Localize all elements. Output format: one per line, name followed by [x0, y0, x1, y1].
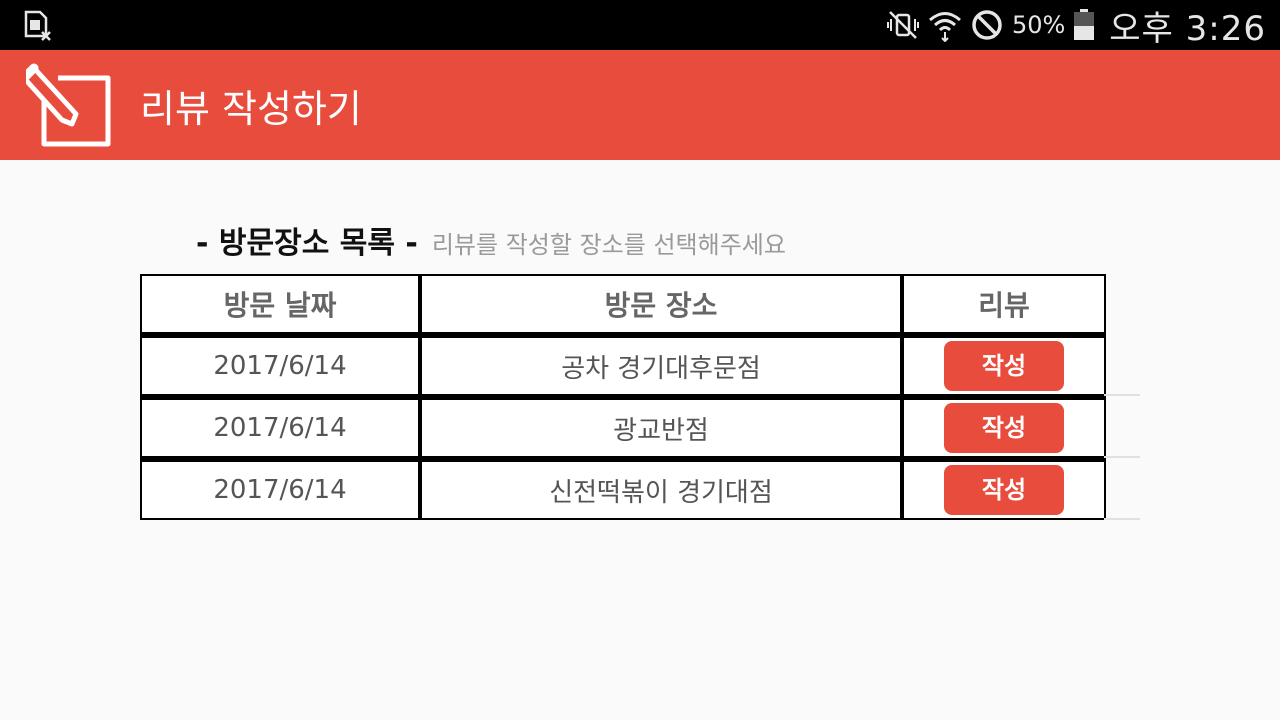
column-header-place: 방문 장소 — [420, 274, 902, 334]
do-not-disturb-icon — [972, 10, 1002, 40]
visit-date: 2017/6/14 — [140, 396, 420, 458]
vibrate-mute-icon — [886, 11, 919, 39]
review-cell: 작성 — [902, 458, 1106, 520]
list-hint: 리뷰를 작성할 장소를 선택해주세요 — [431, 231, 786, 259]
page-title: 리뷰 작성하기 — [140, 87, 362, 131]
row-divider — [1104, 456, 1140, 458]
review-cell: 작성 — [902, 396, 1106, 458]
review-cell: 작성 — [902, 334, 1106, 396]
edit-note-icon — [26, 63, 111, 147]
visit-place: 공차 경기대후문점 — [420, 334, 902, 396]
visit-table: 방문 날짜 방문 장소 리뷰 2017/6/14 공차 경기대후문점 작성 20… — [140, 274, 1106, 520]
battery-icon — [1074, 9, 1095, 40]
column-header-date: 방문 날짜 — [140, 274, 420, 334]
table-row[interactable]: 2017/6/14 신전떡볶이 경기대점 작성 — [140, 458, 1106, 520]
visit-date: 2017/6/14 — [140, 458, 420, 520]
main-content: - 방문장소 목록 - 리뷰를 작성할 장소를 선택해주세요 방문 날짜 방문 … — [0, 160, 1280, 720]
wifi-icon — [928, 12, 961, 42]
table-row[interactable]: 2017/6/14 공차 경기대후문점 작성 — [140, 334, 1106, 396]
table-header-row: 방문 날짜 방문 장소 리뷰 — [140, 274, 1106, 334]
column-header-review: 리뷰 — [902, 274, 1106, 334]
battery-percent: 50% — [1011, 11, 1066, 39]
status-time: 오후 3:26 — [1109, 8, 1266, 49]
app-bar: 리뷰 작성하기 — [0, 50, 1280, 160]
row-divider — [1104, 394, 1140, 396]
visit-place: 광교반점 — [420, 396, 902, 458]
list-title: - 방문장소 목록 - — [196, 226, 418, 261]
write-review-button[interactable]: 작성 — [944, 465, 1064, 515]
write-review-button[interactable]: 작성 — [944, 341, 1064, 391]
write-review-button[interactable]: 작성 — [944, 403, 1064, 453]
status-bar: 50% 오후 3:26 — [0, 0, 1280, 50]
visit-place: 신전떡볶이 경기대점 — [420, 458, 902, 520]
table-row[interactable]: 2017/6/14 광교반점 작성 — [140, 396, 1106, 458]
row-divider — [1104, 518, 1140, 520]
status-icons: 50% 오후 3:26 — [886, 0, 1266, 50]
sim-card-missing-icon — [24, 10, 51, 41]
visit-date: 2017/6/14 — [140, 334, 420, 396]
list-heading: - 방문장소 목록 - 리뷰를 작성할 장소를 선택해주세요 — [196, 218, 786, 262]
